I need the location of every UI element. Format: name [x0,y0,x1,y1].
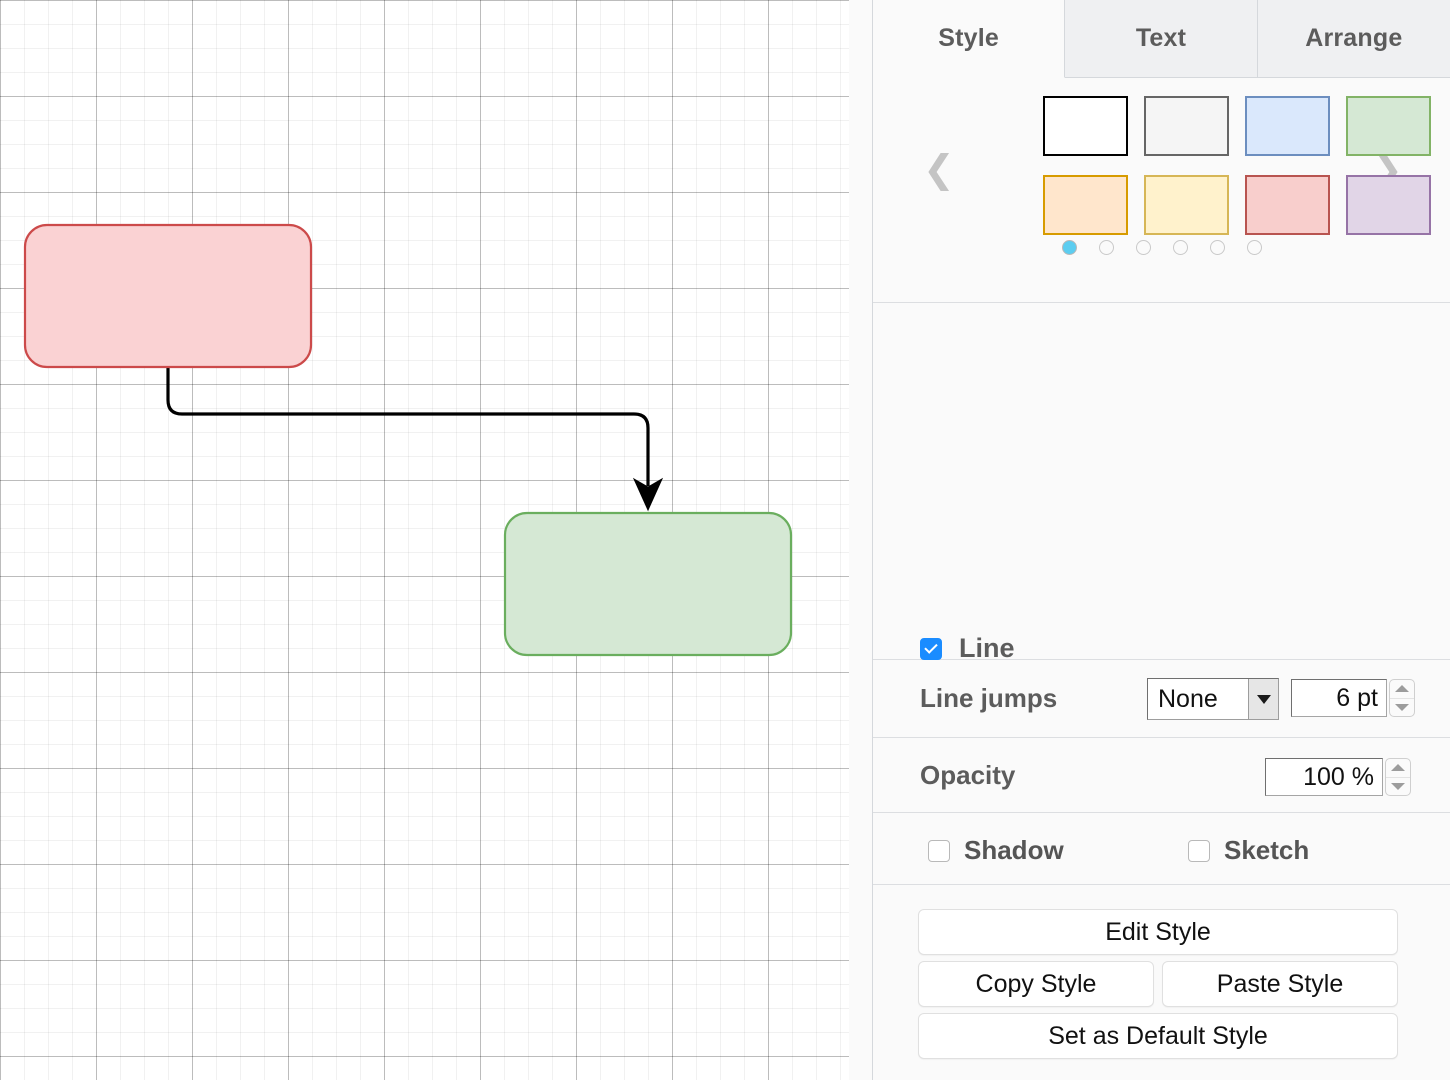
line-jumps-label: Line jumps [920,683,1057,714]
tab-arrange-label: Arrange [1305,24,1402,53]
style-swatch-grid [1043,96,1431,235]
sketch-toggle-row: Sketch [1188,835,1309,866]
line-jumps-size-down[interactable] [1390,699,1414,717]
palette-dot-4[interactable] [1173,240,1188,255]
palette-page-dots [873,240,1450,255]
drawio-window: Style Text Arrange ❮ ❯ [0,0,1450,1080]
opacity-section: Opacity 100 % [873,738,1450,813]
sketch-label: Sketch [1224,835,1309,866]
line-enable-checkbox[interactable] [920,638,942,660]
swatch-green[interactable] [1346,96,1431,156]
line-jumps-section: Line jumps None 6 pt [873,660,1450,738]
effects-section: Shadow Sketch [873,813,1450,885]
opacity-spinner[interactable] [1385,758,1411,796]
line-jumps-size-control: 6 pt [1291,679,1415,717]
line-jumps-size-up[interactable] [1390,680,1414,699]
copy-style-button[interactable]: Copy Style [918,961,1154,1007]
tab-text[interactable]: Text [1065,0,1257,78]
palette-dot-1[interactable] [1062,240,1077,255]
line-jumps-size-spinner[interactable] [1389,679,1415,717]
paste-style-button[interactable]: Paste Style [1162,961,1398,1007]
tab-arrange[interactable]: Arrange [1258,0,1450,78]
swatch-purple[interactable] [1346,175,1431,235]
line-jumps-size-input[interactable]: 6 pt [1291,679,1387,717]
line-section: Line Rounded [873,303,1450,660]
tab-style[interactable]: Style [873,0,1065,78]
shadow-label: Shadow [964,835,1064,866]
pink-rounded-rectangle[interactable] [25,225,311,367]
orthogonal-arrow-connector[interactable] [168,368,662,510]
opacity-control: 100 % [1265,758,1411,796]
palette-dot-3[interactable] [1136,240,1151,255]
shadow-toggle-row: Shadow [928,835,1064,866]
tab-style-label: Style [938,24,999,53]
set-as-default-style-button[interactable]: Set as Default Style [918,1013,1398,1059]
diagram-shapes-layer [0,0,849,1080]
green-rounded-rectangle[interactable] [505,513,791,655]
sketch-checkbox[interactable] [1188,840,1210,862]
canvas-right-gutter [849,0,873,1080]
diagram-canvas[interactable] [0,0,873,1080]
opacity-input[interactable]: 100 % [1265,758,1383,796]
style-palette-section: ❮ ❯ [873,78,1450,303]
swatch-light-gray[interactable] [1144,96,1229,156]
line-jumps-type-select[interactable]: None [1147,678,1279,720]
swatch-yellow[interactable] [1144,175,1229,235]
palette-dot-2[interactable] [1099,240,1114,255]
format-panel: Style Text Arrange ❮ ❯ [873,0,1450,1080]
edit-style-button[interactable]: Edit Style [918,909,1398,955]
palette-dot-6[interactable] [1247,240,1262,255]
swatch-red[interactable] [1245,175,1330,235]
palette-dot-5[interactable] [1210,240,1225,255]
line-jumps-type-value: None [1148,679,1248,719]
swatch-orange[interactable] [1043,175,1128,235]
opacity-label: Opacity [920,760,1015,791]
swatch-white[interactable] [1043,96,1128,156]
chevron-left-icon[interactable]: ❮ [923,150,955,188]
tab-text-label: Text [1136,24,1186,53]
chevron-down-icon [1248,679,1278,719]
shadow-checkbox[interactable] [928,840,950,862]
swatch-blue[interactable] [1245,96,1330,156]
format-panel-tabs: Style Text Arrange [873,0,1450,78]
style-actions-section: Edit Style Copy Style Paste Style Set as… [873,885,1450,1045]
opacity-spinner-up[interactable] [1386,759,1410,778]
opacity-spinner-down[interactable] [1386,778,1410,796]
